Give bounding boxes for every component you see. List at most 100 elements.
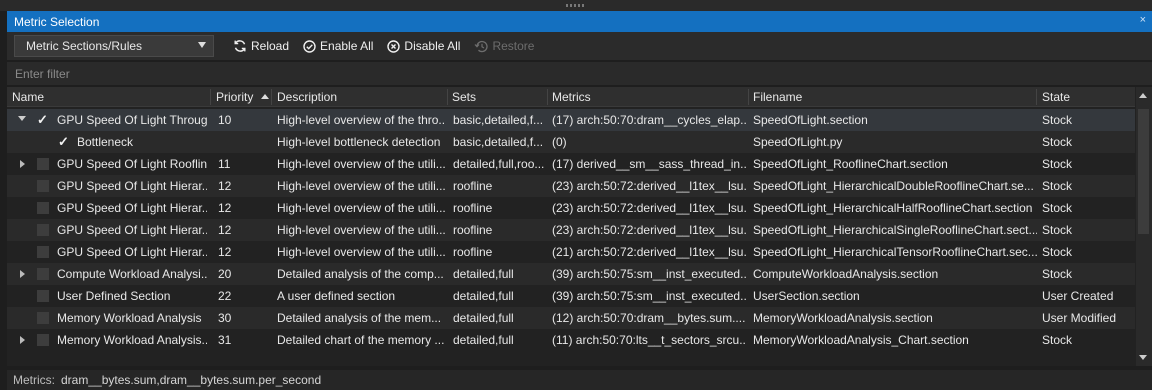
restore-button[interactable]: Restore [474, 39, 534, 53]
row-filename: MemoryWorkloadAnalysis_Chart.section [753, 333, 969, 347]
table-row[interactable]: Memory Workload Analysis... 31 Detailed … [7, 329, 1135, 351]
row-sets: basic,detailed,f... [453, 135, 544, 149]
scrollbar-thumb[interactable] [1138, 109, 1149, 234]
row-metrics: (17) derived__sm__sass_thread_in... [552, 157, 746, 171]
column-header-filename[interactable]: Filename [753, 90, 802, 104]
grip-dots [566, 4, 586, 7]
column-divider[interactable] [547, 89, 548, 105]
expand-icon[interactable] [20, 160, 25, 168]
splitter-handle[interactable] [0, 0, 1152, 11]
table-row[interactable]: GPU Speed Of Light Hierar... 12 High-lev… [7, 197, 1135, 219]
row-sets: roofline [453, 223, 493, 237]
collapse-icon[interactable] [18, 116, 26, 121]
row-priority: 30 [218, 311, 232, 325]
column-header-sets[interactable]: Sets [452, 90, 476, 104]
column-header-name[interactable]: Name [12, 90, 44, 104]
row-name: GPU Speed Of Light Hierar... [57, 223, 207, 237]
checkbox-unchecked[interactable] [37, 290, 49, 302]
table-row[interactable]: GPU Speed Of Light Hierar... 12 High-lev… [7, 219, 1135, 241]
row-filename: SpeedOfLight_RooflineChart.section [753, 157, 948, 171]
row-filename: SpeedOfLight_HierarchicalSingleRooflineC… [753, 223, 1037, 237]
row-name: Memory Workload Analysis [57, 311, 202, 325]
reload-button[interactable]: Reload [233, 39, 289, 53]
row-name: Memory Workload Analysis... [57, 333, 207, 347]
checkbox-checked[interactable]: ✓ [37, 113, 49, 126]
view-select-value: Metric Sections/Rules [26, 39, 143, 53]
row-sets: detailed,full [453, 289, 514, 303]
checkbox-unchecked[interactable] [37, 224, 49, 236]
row-metrics: (21) arch:50:72:derived__l1tex__lsu... [552, 245, 746, 259]
row-priority: 12 [218, 245, 232, 259]
row-name: GPU Speed Of Light Throug... [57, 113, 207, 127]
row-description: High-level overview of the utili... [277, 245, 445, 259]
column-divider[interactable] [447, 89, 448, 105]
column-divider[interactable] [748, 89, 749, 105]
table-row[interactable]: ✓ GPU Speed Of Light Throug... 10 High-l… [7, 109, 1135, 131]
disable-all-button[interactable]: Disable All [387, 39, 460, 53]
row-description: High-level bottleneck detection [277, 135, 441, 149]
row-state: User Modified [1042, 311, 1117, 325]
scroll-up-icon[interactable] [1139, 93, 1147, 98]
check-circle-icon [303, 39, 316, 53]
vertical-scrollbar[interactable] [1136, 87, 1152, 366]
row-description: High-level overview of the thro... [277, 113, 445, 127]
status-label: Metrics: [13, 373, 55, 387]
checkbox-unchecked[interactable] [37, 202, 49, 214]
row-state: Stock [1042, 223, 1073, 237]
table-row[interactable]: Compute Workload Analysi... 20 Detailed … [7, 263, 1135, 285]
row-description: High-level overview of the utili... [277, 223, 445, 237]
row-sets: basic,detailed,f... [453, 113, 544, 127]
row-priority: 10 [218, 113, 232, 127]
table-row[interactable]: ✓ Bottleneck High-level bottleneck detec… [7, 131, 1135, 153]
row-priority: 12 [218, 201, 232, 215]
row-state: Stock [1042, 333, 1073, 347]
column-divider[interactable] [1036, 89, 1037, 105]
checkbox-unchecked[interactable] [37, 246, 49, 258]
column-header-priority[interactable]: Priority [216, 90, 253, 104]
row-metrics: (11) arch:50:70:lts__t_sectors_srcu... [552, 333, 746, 347]
column-divider[interactable] [210, 89, 211, 105]
row-sets: roofline [453, 201, 493, 215]
row-priority: 31 [218, 333, 232, 347]
row-description: Detailed analysis of the comp... [277, 267, 444, 281]
table-row[interactable]: GPU Speed Of Light Rooflin... 11 High-le… [7, 153, 1135, 175]
row-state: Stock [1042, 245, 1073, 259]
close-icon[interactable]: × [1140, 14, 1146, 26]
row-filename: SpeedOfLight_HierarchicalHalfRooflineCha… [753, 201, 1033, 215]
checkbox-unchecked[interactable] [37, 334, 49, 346]
checkbox-unchecked[interactable] [37, 158, 49, 170]
expand-icon[interactable] [20, 270, 25, 278]
row-state: Stock [1042, 201, 1073, 215]
row-description: A user defined section [277, 289, 396, 303]
column-header-metrics[interactable]: Metrics [552, 90, 591, 104]
column-header-description[interactable]: Description [277, 90, 337, 104]
row-metrics: (0) [552, 135, 567, 149]
row-filename: MemoryWorkloadAnalysis.section [753, 311, 933, 325]
table-row[interactable]: GPU Speed Of Light Hierar... 12 High-lev… [7, 241, 1135, 263]
reload-label: Reload [251, 39, 290, 53]
restore-label: Restore [492, 39, 535, 53]
table-row[interactable]: User Defined Section 22 A user defined s… [7, 285, 1135, 307]
column-header-state[interactable]: State [1042, 90, 1070, 104]
reload-icon [233, 39, 247, 53]
checkbox-unchecked[interactable] [37, 268, 49, 280]
scroll-down-icon[interactable] [1139, 355, 1147, 360]
table-row[interactable]: GPU Speed Of Light Hierar... 12 High-lev… [7, 175, 1135, 197]
sections-table: Name Priority Description Sets Metrics F… [7, 87, 1152, 366]
row-filename: SpeedOfLight.py [753, 135, 843, 149]
enable-all-button[interactable]: Enable All [303, 39, 373, 53]
checkbox-unchecked[interactable] [37, 312, 49, 324]
checkbox-unchecked[interactable] [37, 180, 49, 192]
row-state: User Created [1042, 289, 1114, 303]
table-header: Name Priority Description Sets Metrics F… [7, 87, 1135, 107]
row-sets: detailed,full [453, 333, 514, 347]
chevron-down-icon [198, 42, 206, 48]
expand-icon[interactable] [20, 336, 25, 344]
table-row[interactable]: Memory Workload Analysis 30 Detailed ana… [7, 307, 1135, 329]
filter-input[interactable]: Enter filter [7, 62, 1152, 85]
checkbox-checked[interactable]: ✓ [58, 135, 70, 148]
row-priority: 22 [218, 289, 232, 303]
view-select[interactable]: Metric Sections/Rules [14, 35, 214, 57]
row-filename: SpeedOfLight.section [753, 113, 868, 127]
column-divider[interactable] [271, 89, 272, 105]
